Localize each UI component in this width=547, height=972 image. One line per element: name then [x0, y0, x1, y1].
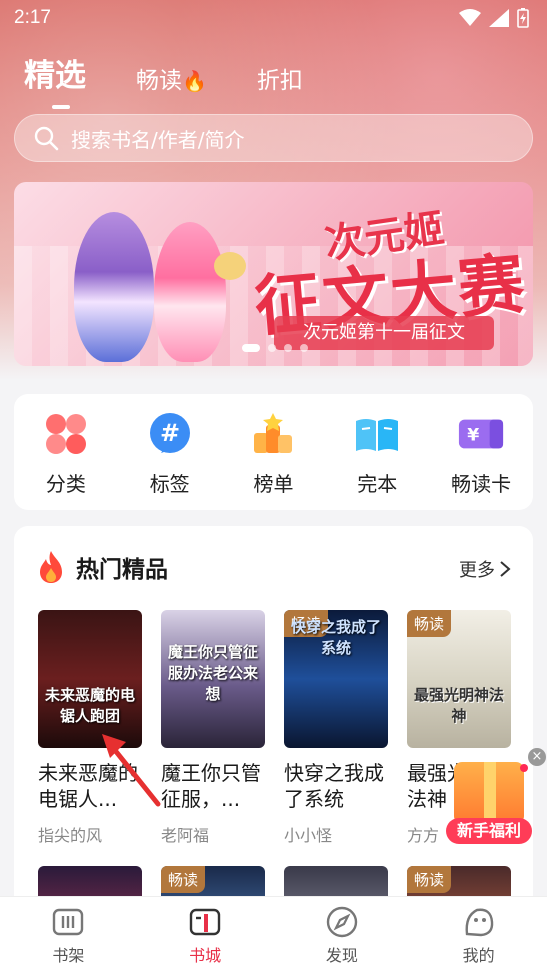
- cover-text: 最强光明神法神: [413, 686, 504, 725]
- free-read-tag: 畅读: [407, 610, 452, 637]
- book-cover: 未来恶魔的电锯人跑团: [38, 610, 142, 748]
- status-bar: 2:17: [0, 0, 547, 36]
- search-input[interactable]: 搜索书名/作者/简介: [14, 114, 533, 162]
- battery-icon: [517, 8, 529, 28]
- pagination-dot: [300, 344, 308, 352]
- bookshelf-icon: [53, 908, 84, 935]
- book-author: 老阿福: [161, 826, 210, 845]
- category-item-tags[interactable]: # 标签: [125, 410, 215, 510]
- cover-text: 快穿之我成了系统: [290, 618, 381, 657]
- book-open-icon: [353, 410, 401, 458]
- free-read-tag: 畅读: [161, 866, 206, 893]
- profile-icon: [465, 908, 493, 936]
- tab-featured[interactable]: 精选: [24, 50, 86, 109]
- banner-pagination: [242, 344, 308, 352]
- notification-dot: [520, 764, 528, 772]
- fire-icon: [40, 551, 62, 583]
- signal-icon: [489, 9, 509, 27]
- nav-bookstore[interactable]: 书城: [160, 904, 250, 966]
- promo-banner[interactable]: 次元姬 征文大赛 次元姬第十一届征文: [14, 182, 533, 366]
- cover-text: 魔王你只管征服办法老公来想: [167, 643, 258, 703]
- hot-section: 热门精品 更多 未来恶魔的电锯人跑团 未来恶魔的电锯人... 指尖的风 魔王你只…: [14, 526, 533, 916]
- book-card[interactable]: 未来恶魔的电锯人跑团 未来恶魔的电锯人... 指尖的风: [38, 610, 142, 846]
- book-card[interactable]: 畅读 快穿之我成了系统 快穿之我成了系统 小小怪: [284, 610, 388, 846]
- bookstore-icon: [189, 908, 221, 935]
- banner-character-purple: [74, 212, 154, 362]
- book-list: 未来恶魔的电锯人跑团 未来恶魔的电锯人... 指尖的风 魔王你只管征服办法老公来…: [38, 610, 511, 846]
- close-icon[interactable]: ×: [528, 748, 546, 766]
- book-card[interactable]: 魔王你只管征服办法老公来想 魔王你只管征服，... 老阿福: [161, 610, 265, 846]
- category-card: 分类 # 标签 榜单 完本 ¥ 畅读卡: [14, 394, 533, 510]
- nav-discover[interactable]: 发现: [297, 904, 387, 966]
- status-time: 2:17: [14, 7, 51, 28]
- svg-text:#: #: [160, 419, 180, 447]
- more-button[interactable]: 更多: [459, 556, 511, 582]
- system-icons: [459, 8, 529, 28]
- pagination-dot: [284, 344, 292, 352]
- banner-character-pink: [154, 222, 226, 362]
- flame-icon: 🔥: [182, 69, 207, 93]
- ranking-icon: [249, 410, 297, 458]
- wifi-icon: [459, 9, 481, 26]
- new-user-gift-button[interactable]: 新手福利 ×: [444, 748, 546, 844]
- category-item-read-card[interactable]: ¥ 畅读卡: [436, 410, 526, 510]
- gift-ribbon: [484, 762, 496, 824]
- hot-header: 热门精品: [36, 550, 168, 584]
- bottom-navigation: 书架 书城 发现 我的: [0, 896, 547, 972]
- chevron-right-icon: [500, 561, 511, 577]
- category-icon: [42, 410, 90, 458]
- category-item-classify[interactable]: 分类: [21, 410, 111, 510]
- pointer-arrow-icon: [102, 734, 161, 807]
- book-author: 小小怪: [284, 826, 333, 845]
- ticket-icon: ¥: [457, 410, 505, 458]
- pagination-dot: [268, 344, 276, 352]
- search-icon: [34, 126, 59, 151]
- gift-label: 新手福利: [446, 818, 532, 844]
- book-cover: 魔王你只管征服办法老公来想: [161, 610, 265, 748]
- book-author: 指尖的风: [38, 826, 103, 845]
- top-tabs: 精选 畅读🔥 折扣: [24, 50, 303, 109]
- book-cover: 畅读 快穿之我成了系统: [284, 610, 388, 748]
- cover-text: 未来恶魔的电锯人跑团: [44, 686, 135, 725]
- category-item-ranking[interactable]: 榜单: [228, 410, 318, 510]
- tab-free-read[interactable]: 畅读🔥: [136, 61, 207, 95]
- compass-icon: [326, 906, 358, 937]
- search-placeholder: 搜索书名/作者/简介: [71, 127, 245, 152]
- tab-discount[interactable]: 折扣: [257, 61, 303, 95]
- book-title: 快穿之我成了系统: [284, 761, 384, 811]
- nav-profile[interactable]: 我的: [434, 904, 524, 966]
- pagination-dot: [242, 344, 260, 352]
- hashtag-icon: #: [146, 410, 194, 458]
- book-cover: 畅读 最强光明神法神: [407, 610, 511, 748]
- svg-text:¥: ¥: [467, 426, 479, 446]
- free-read-tag: 畅读: [407, 866, 452, 893]
- nav-bookshelf[interactable]: 书架: [23, 904, 113, 966]
- hot-title: 热门精品: [76, 557, 168, 583]
- book-title: 魔王你只管征服，...: [161, 761, 261, 811]
- category-item-finished[interactable]: 完本: [332, 410, 422, 510]
- banner-mascot: [214, 252, 246, 280]
